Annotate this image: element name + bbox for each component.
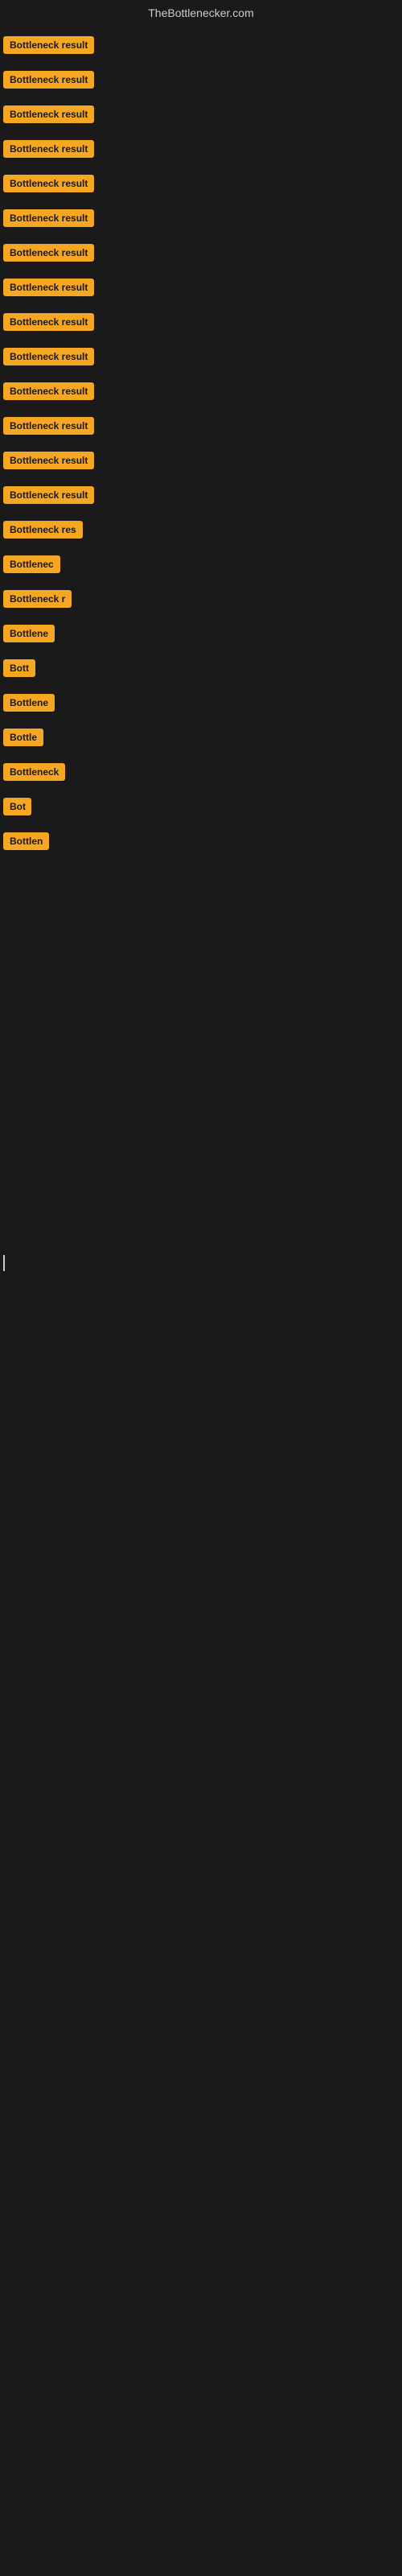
bottleneck-badge[interactable]: Bottlene bbox=[3, 694, 55, 712]
bottleneck-badge[interactable]: Bottlenec bbox=[3, 555, 60, 573]
list-item: Bot bbox=[0, 791, 402, 826]
bottleneck-badge[interactable]: Bottleneck result bbox=[3, 71, 94, 89]
list-item: Bottleneck result bbox=[0, 64, 402, 99]
list-item: Bott bbox=[0, 653, 402, 687]
bottleneck-badge[interactable]: Bottlene bbox=[3, 625, 55, 642]
bottleneck-badge[interactable]: Bottleneck result bbox=[3, 36, 94, 54]
list-item: Bottleneck result bbox=[0, 237, 402, 272]
bottleneck-badge[interactable]: Bottleneck result bbox=[3, 382, 94, 400]
list-item: Bottleneck result bbox=[0, 30, 402, 64]
bottleneck-badge[interactable]: Bottleneck result bbox=[3, 486, 94, 504]
bottleneck-badge[interactable]: Bottle bbox=[3, 729, 43, 746]
site-header: TheBottlenecker.com bbox=[0, 0, 402, 26]
list-item: Bottleneck result bbox=[0, 99, 402, 134]
list-item: Bottleneck bbox=[0, 757, 402, 791]
bottleneck-badge[interactable]: Bottleneck r bbox=[3, 590, 72, 608]
list-item: Bottlene bbox=[0, 687, 402, 722]
bottleneck-badge[interactable]: Bottleneck result bbox=[3, 313, 94, 331]
list-item: Bottlene bbox=[0, 618, 402, 653]
cursor bbox=[3, 1255, 5, 1271]
bottleneck-badge[interactable]: Bottleneck bbox=[3, 763, 65, 781]
list-item: Bottleneck res bbox=[0, 514, 402, 549]
list-item: Bottle bbox=[0, 722, 402, 757]
bottleneck-badge[interactable]: Bottleneck result bbox=[3, 244, 94, 262]
bottleneck-badge[interactable]: Bottleneck result bbox=[3, 209, 94, 227]
bottleneck-badge[interactable]: Bottlen bbox=[3, 832, 49, 850]
bottleneck-badge[interactable]: Bottleneck res bbox=[3, 521, 83, 539]
bottleneck-badge[interactable]: Bottleneck result bbox=[3, 452, 94, 469]
list-item: Bottleneck result bbox=[0, 307, 402, 341]
site-title: TheBottlenecker.com bbox=[0, 0, 402, 26]
bottleneck-badge[interactable]: Bottleneck result bbox=[3, 417, 94, 435]
list-item: Bottlen bbox=[0, 826, 402, 861]
list-item: Bottleneck result bbox=[0, 134, 402, 168]
bottleneck-badge[interactable]: Bottleneck result bbox=[3, 279, 94, 296]
list-item: Bottlenec bbox=[0, 549, 402, 584]
list-item: Bottleneck result bbox=[0, 411, 402, 445]
list-item: Bottleneck result bbox=[0, 168, 402, 203]
bottleneck-badge[interactable]: Bottleneck result bbox=[3, 105, 94, 123]
list-item: Bottleneck result bbox=[0, 480, 402, 514]
list-item: Bottleneck result bbox=[0, 376, 402, 411]
list-item: Bottleneck r bbox=[0, 584, 402, 618]
list-item: Bottleneck result bbox=[0, 203, 402, 237]
bottleneck-badge[interactable]: Bott bbox=[3, 659, 35, 677]
bottleneck-badge[interactable]: Bottleneck result bbox=[3, 348, 94, 365]
list-item: Bottleneck result bbox=[0, 341, 402, 376]
bottleneck-badge[interactable]: Bottleneck result bbox=[3, 140, 94, 158]
list-item: Bottleneck result bbox=[0, 272, 402, 307]
bottleneck-badge[interactable]: Bot bbox=[3, 798, 31, 815]
bottleneck-list: Bottleneck result Bottleneck result Bottle… bbox=[0, 26, 402, 861]
bottleneck-badge[interactable]: Bottleneck result bbox=[3, 175, 94, 192]
list-item: Bottleneck result bbox=[0, 445, 402, 480]
